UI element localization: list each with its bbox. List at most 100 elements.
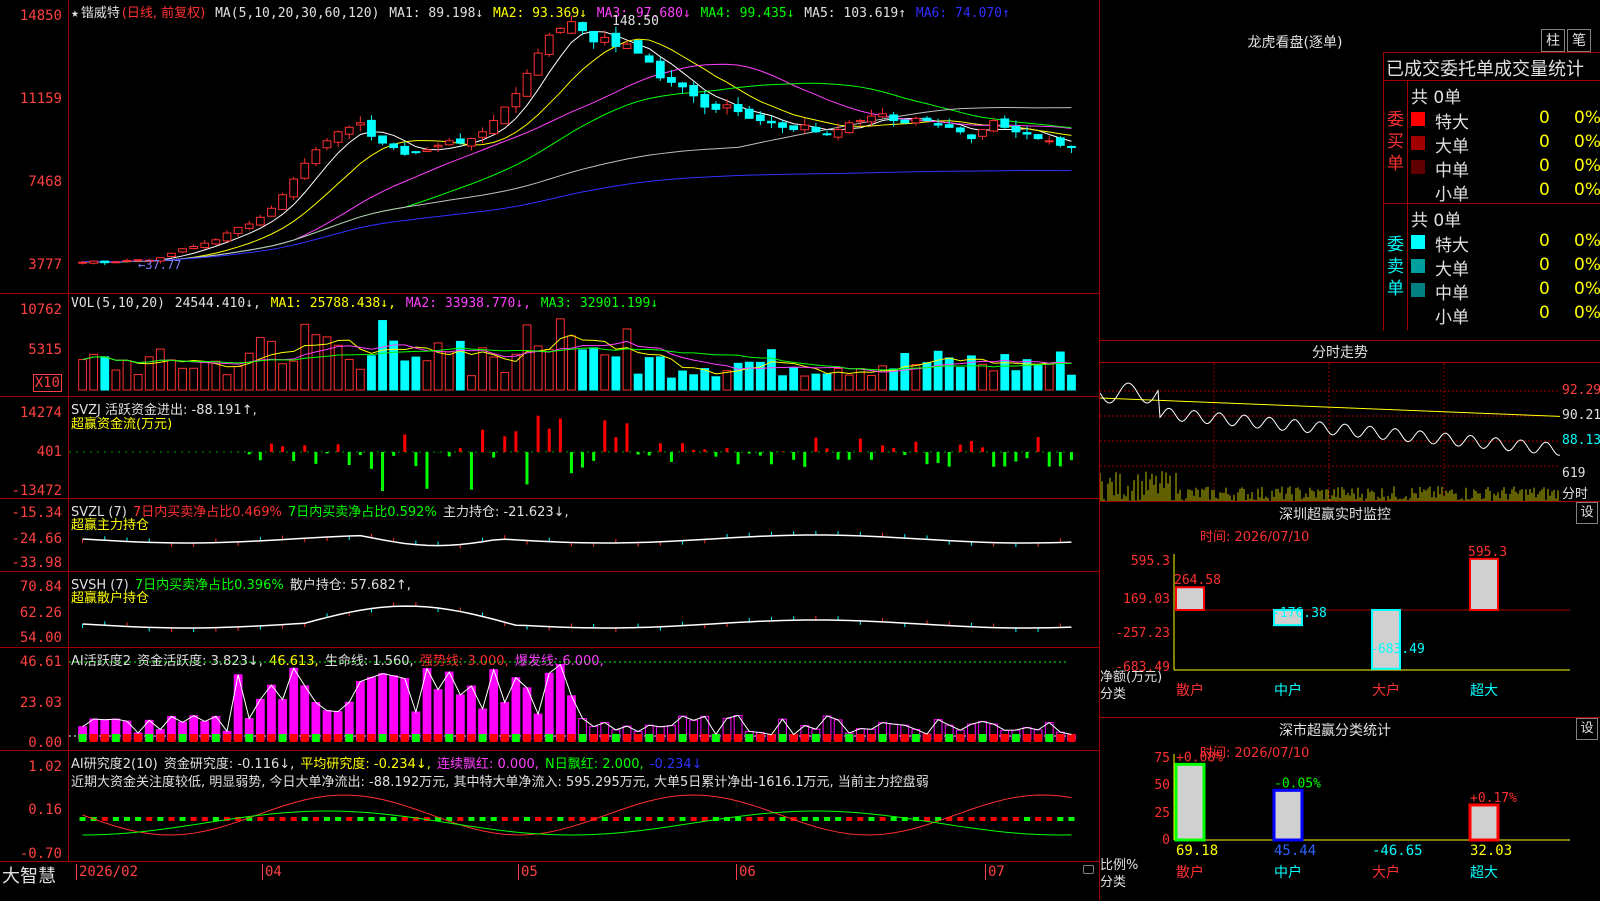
activity-bar [556,665,564,740]
candle-body [723,105,731,108]
svsh-chart[interactable] [69,572,1100,647]
classify-xlabel: 分类 [1100,871,1126,890]
candle-body [645,56,653,62]
monitor-category: 中户 [1274,682,1302,699]
activity-bar [468,686,476,740]
buy-color-swatch [1411,184,1425,198]
research-bar [746,817,752,821]
ai-activity-chart[interactable] [69,648,1100,750]
sell-row: 大单00% [1411,255,1600,277]
monitor-bar-label: 595.3 [1468,545,1507,560]
candle-body [168,253,176,256]
research-bar [302,817,308,821]
ai-research-chart[interactable] [69,751,1100,861]
intraday-chart[interactable] [1100,363,1600,501]
buy-row-pct: 0% [1574,132,1600,152]
volume-bar [301,324,309,390]
candle-body [979,130,987,137]
sell-row: 特大00% [1411,231,1600,253]
candle-body [956,128,964,132]
svzl-chart[interactable] [69,499,1100,571]
candle-body [812,127,820,131]
activity-base-bar [379,734,387,742]
candle-body [456,139,464,143]
classify-y-tick: 25 [1154,806,1170,821]
volume-bar [1012,371,1020,390]
activity-base-bar [445,734,453,742]
classify-y-tick: 50 [1154,778,1170,793]
research-bar [402,817,408,821]
candle-body [945,125,953,128]
research-bar [813,817,819,821]
x-axis-label: 05 [518,864,538,880]
research-bar [624,817,630,821]
svzj-bar [1037,437,1040,452]
activity-bar [368,677,376,740]
volume-bar [279,364,287,390]
x-axis-bar: 大智慧 2026/02 04 05 06 07 [0,861,1100,901]
monitor-panel: 深圳超赢实时监控 设 时间: 2026/07/10 595.3169.03-25… [1100,502,1600,718]
svzl-panel[interactable]: -15.34 -24.66 -33.98 SVZL (7) 7日内买卖净占比0.… [0,499,1100,572]
ai-research-y-tick: -0.70 [20,846,62,862]
tab-tick-view[interactable]: 笔 [1567,29,1591,52]
volume-panel[interactable]: 10762 5315 X10 VOL(5,10,20) 24544.410↓, … [0,294,1100,397]
volume-bar [90,354,98,390]
volume-bar [179,368,187,390]
svzj-panel[interactable]: 14274 401 -13472 SVZJ 活跃资金进出: -88.191↑, … [0,397,1100,499]
svzj-bar [703,449,706,452]
svzj-chart[interactable] [69,397,1100,498]
research-bar [468,817,474,821]
buy-color-swatch [1411,160,1425,174]
activity-base-bar [101,734,109,742]
svzj-bar [770,452,773,464]
tab-bar-chart[interactable]: 柱 [1541,29,1565,52]
research-bar [313,817,319,821]
classify-category: 中户 [1274,864,1302,881]
volume-bar [168,360,176,390]
svsh-panel[interactable]: 70.84 62.26 54.00 SVSH (7) 7日内买卖净占比0.396… [0,572,1100,648]
svzj-bar [492,452,495,458]
candle-body [334,132,342,142]
activity-base-bar [534,734,542,742]
volume-bar [245,353,253,390]
intraday-panel[interactable]: 分时走势 92.29 90.21 88.13 619 分时 [1100,341,1600,502]
buy-row-name: 大单 [1435,132,1469,157]
candle-body [368,120,376,136]
candle-body [634,41,642,53]
svsh-y-tick: 70.84 [20,579,62,595]
ai-research-panel[interactable]: 1.02 0.16 -0.70 AI研究度2(10) 资金研究度: -0.116… [0,751,1100,861]
monitor-bar-label: -176.38 [1272,606,1327,621]
sell-row: 中单00% [1411,279,1600,301]
buy-row: 中单00% [1411,156,1600,178]
activity-base-bar [923,734,931,742]
volume-bar [723,371,731,390]
sell-color-swatch [1411,235,1425,249]
activity-base-bar [879,734,887,742]
intraday-y-tick: 88.13 [1562,433,1600,448]
volume-bar [312,335,320,390]
buy-color-swatch [1411,136,1425,150]
candle-body [479,132,487,137]
candle-body [712,104,720,109]
candle-body [923,118,931,120]
activity-base-bar [579,734,587,742]
volume-bar [790,368,798,390]
candle-body [568,22,576,34]
kline-chart[interactable] [69,0,1100,293]
activity-bar [279,700,287,740]
activity-bar [445,672,453,740]
research-bar [613,817,619,821]
ai-activity-panel[interactable]: 46.61 23.03 0.00 AI活跃度2 资金活跃度: 3.823↓, 4… [0,648,1100,751]
svzj-bar [903,452,906,455]
candle-body [679,83,687,87]
volume-bar [545,349,553,390]
sell-row-pct: 0% [1574,231,1600,251]
svzj-bar [281,446,284,452]
ma120-line [83,171,1072,262]
svzj-bar [337,444,340,452]
lock-icon[interactable] [1083,865,1094,874]
activity-bar [256,699,264,740]
kline-panel[interactable]: 14850 11159 7468 3777 ★锴威特(日线, 前复权) MA(5… [0,0,1100,294]
volume-chart[interactable] [69,294,1100,396]
activity-base-bar [568,734,576,742]
